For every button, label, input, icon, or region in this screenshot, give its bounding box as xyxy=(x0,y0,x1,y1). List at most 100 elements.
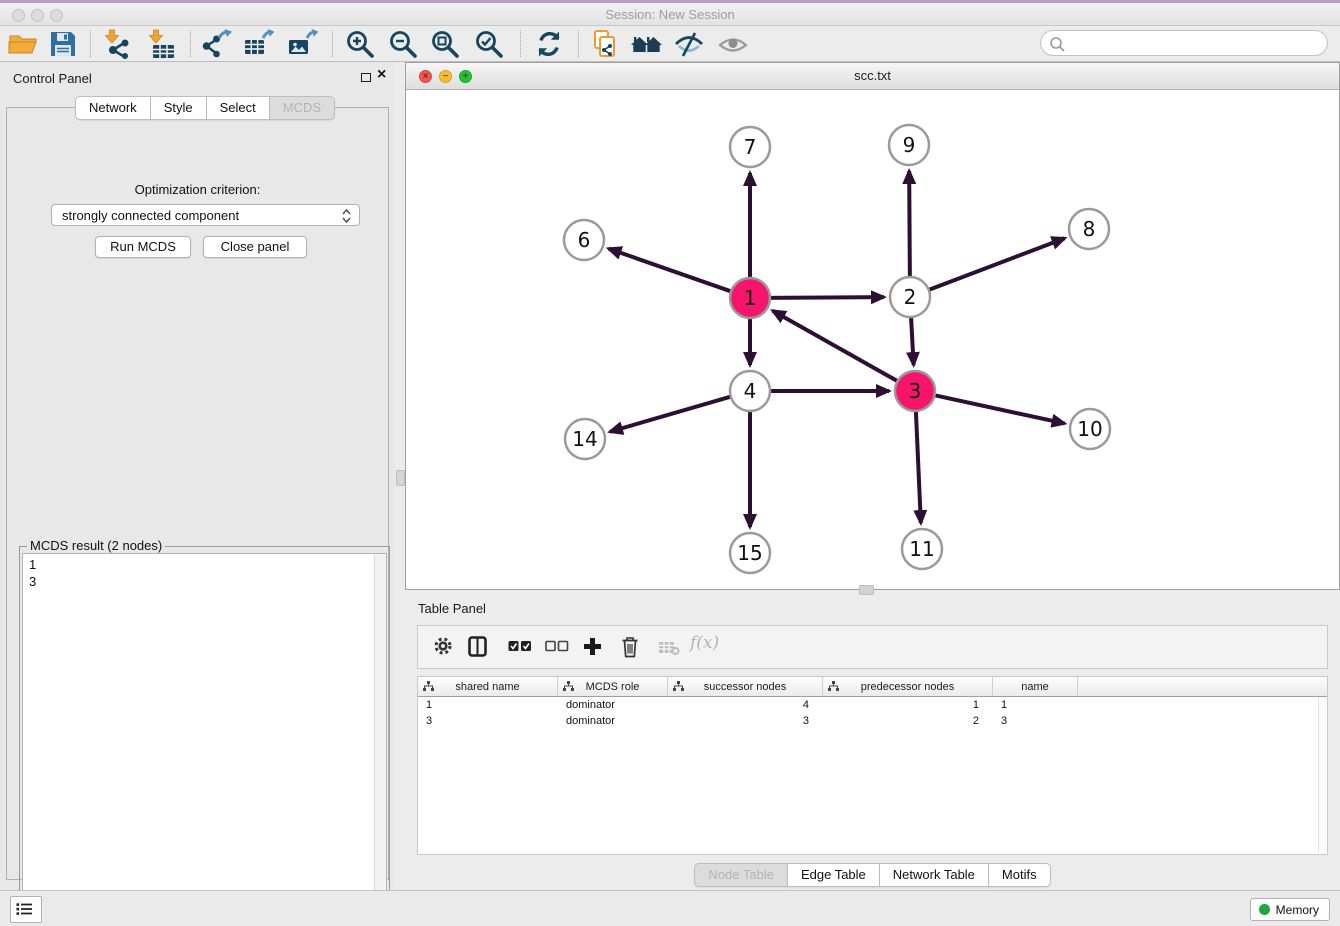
svg-text:2: 2 xyxy=(904,285,917,309)
table-cell[interactable]: 1 xyxy=(993,697,1078,713)
show-columns-icon[interactable] xyxy=(468,636,488,662)
home-icon[interactable] xyxy=(630,29,662,59)
edge-1-2[interactable] xyxy=(768,297,884,298)
column-header-shared-name[interactable]: shared name xyxy=(418,677,558,696)
edge-3-11[interactable] xyxy=(916,409,921,523)
export-table-icon[interactable] xyxy=(244,29,276,59)
node-10[interactable]: 10 xyxy=(1070,409,1110,449)
horizontal-splitter-handle[interactable] xyxy=(859,585,874,595)
tab-network-table[interactable]: Network Table xyxy=(880,863,989,887)
delete-table-icon xyxy=(658,640,680,661)
tab-style[interactable]: Style xyxy=(151,96,207,120)
clone-network-icon[interactable] xyxy=(590,29,622,59)
tab-node-table[interactable]: Node Table xyxy=(694,863,788,887)
table-cell[interactable]: 3 xyxy=(418,713,558,729)
table-cell[interactable]: 3 xyxy=(668,713,823,729)
node-14[interactable]: 14 xyxy=(565,419,605,459)
application-window: Session: New Session xyxy=(0,0,1340,926)
column-header-MCDS-role[interactable]: MCDS role xyxy=(558,677,668,696)
tab-mcds[interactable]: MCDS xyxy=(270,96,335,120)
node-2[interactable]: 2 xyxy=(890,277,930,317)
table-panel-tabs-wrap: Node TableEdge TableNetwork TableMotifs xyxy=(405,863,1340,887)
node-9[interactable]: 9 xyxy=(889,125,929,165)
node-6[interactable]: 6 xyxy=(564,220,604,260)
namespace-icon xyxy=(828,681,839,695)
table-row[interactable]: 1dominator411 xyxy=(418,697,1327,713)
node-4[interactable]: 4 xyxy=(730,371,770,411)
task-history-button[interactable] xyxy=(10,896,42,923)
namespace-icon xyxy=(673,681,684,695)
close-panel-icon[interactable]: × xyxy=(377,66,386,84)
run-mcds-button[interactable]: Run MCDS xyxy=(95,236,191,258)
node-1[interactable]: 1 xyxy=(730,278,770,318)
node-3[interactable]: 3 xyxy=(895,371,935,411)
table-cell[interactable]: 1 xyxy=(823,697,993,713)
table-row[interactable]: 3dominator323 xyxy=(418,713,1327,729)
table-cell[interactable]: 3 xyxy=(993,713,1078,729)
table-panel-tabs: Node TableEdge TableNetwork TableMotifs xyxy=(694,863,1050,887)
show-all-eye-icon[interactable] xyxy=(718,29,750,59)
network-window-title: scc.txt xyxy=(406,68,1339,83)
criterion-select[interactable]: strongly connected component xyxy=(51,204,360,226)
network-window-titlebar[interactable]: × − + scc.txt xyxy=(406,63,1339,90)
search-input[interactable] xyxy=(1069,33,1321,55)
import-table-icon[interactable] xyxy=(146,29,178,59)
refresh-icon[interactable] xyxy=(534,29,566,59)
edge-1-6[interactable] xyxy=(609,249,733,292)
import-network-icon[interactable] xyxy=(102,29,134,59)
table-scrollbar[interactable] xyxy=(1318,697,1326,853)
close-panel-button[interactable]: Close panel xyxy=(203,236,307,258)
table-cell[interactable]: 4 xyxy=(668,697,823,713)
column-header-name[interactable]: name xyxy=(993,677,1078,696)
hide-selected-eye-icon[interactable] xyxy=(674,29,706,59)
table-panel: Table Panel × f(x) xyxy=(405,595,1340,890)
mcds-result-list: 13 xyxy=(23,554,386,592)
tab-edge-table[interactable]: Edge Table xyxy=(788,863,880,887)
select-all-columns-icon[interactable] xyxy=(508,640,532,658)
node-7[interactable]: 7 xyxy=(730,127,770,167)
table-cell[interactable]: 1 xyxy=(418,697,558,713)
mcds-result-title: MCDS result (2 nodes) xyxy=(27,538,165,553)
network-canvas[interactable]: 7 9 6 8 1 2 4 3 14 10 15 11 xyxy=(406,90,1339,589)
tab-select[interactable]: Select xyxy=(207,96,270,120)
table-header-row: shared nameMCDS rolesuccessor nodesprede… xyxy=(418,677,1327,697)
float-panel-icon[interactable] xyxy=(361,73,371,82)
control-panel-title: Control Panel xyxy=(13,71,92,86)
edge-3-10[interactable] xyxy=(933,395,1065,424)
zoom-out-icon[interactable] xyxy=(388,29,420,59)
deselect-all-columns-icon[interactable] xyxy=(545,640,569,658)
tab-network[interactable]: Network xyxy=(75,96,151,120)
create-column-plus-icon[interactable] xyxy=(583,637,602,661)
column-header-successor-nodes[interactable]: successor nodes xyxy=(668,677,823,696)
table-cell[interactable]: dominator xyxy=(558,713,668,729)
result-scrollbar[interactable] xyxy=(374,554,386,917)
toolbar-separator xyxy=(578,30,579,57)
export-network-icon[interactable] xyxy=(202,29,234,59)
svg-text:1: 1 xyxy=(744,286,757,310)
edge-2-8[interactable] xyxy=(927,238,1065,290)
save-session-icon[interactable] xyxy=(48,29,80,59)
open-session-icon[interactable] xyxy=(8,29,40,59)
edge-3-1[interactable] xyxy=(773,311,900,382)
column-header-predecessor-nodes[interactable]: predecessor nodes xyxy=(823,677,993,696)
node-15[interactable]: 15 xyxy=(730,533,770,573)
table-cell[interactable]: dominator xyxy=(558,697,668,713)
delete-column-trash-icon[interactable] xyxy=(621,636,639,663)
export-image-icon[interactable] xyxy=(288,29,320,59)
node-8[interactable]: 8 xyxy=(1069,209,1109,249)
edge-4-14[interactable] xyxy=(610,396,733,432)
edge-2-9[interactable] xyxy=(909,171,910,279)
main-toolbar xyxy=(0,26,1340,62)
zoom-in-icon[interactable] xyxy=(345,29,377,59)
zoom-fit-icon[interactable] xyxy=(430,29,462,59)
tab-motifs[interactable]: Motifs xyxy=(989,863,1051,887)
memory-button[interactable]: Memory xyxy=(1250,898,1330,921)
edge-2-3[interactable] xyxy=(911,315,914,365)
table-cell[interactable]: 2 xyxy=(823,713,993,729)
network-view-window: × − + scc.txt 7 9 6 8 1 2 4 3 14 10 15 11 xyxy=(405,62,1340,590)
node-11[interactable]: 11 xyxy=(902,529,942,569)
zoom-selected-icon[interactable] xyxy=(474,29,506,59)
vertical-splitter-handle[interactable] xyxy=(396,470,405,486)
table-settings-gear-icon[interactable] xyxy=(432,635,454,662)
function-builder-icon: f(x) xyxy=(690,633,719,653)
